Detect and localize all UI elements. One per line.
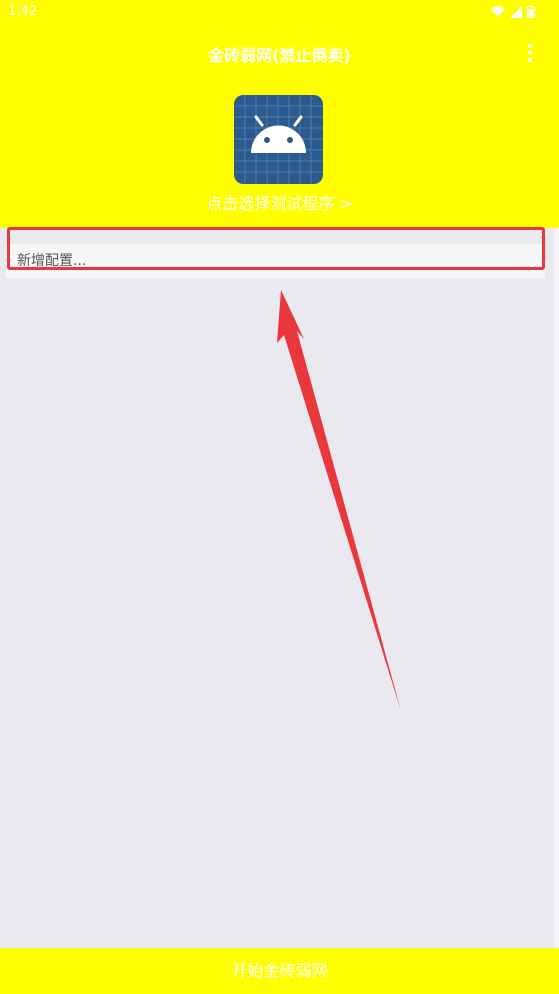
wifi-icon — [491, 6, 505, 17]
signal-icon — [510, 5, 522, 18]
start-weak-network-button[interactable]: 开始金砖弱网 — [0, 948, 559, 994]
more-vert-icon[interactable] — [518, 40, 542, 66]
android-app-icon[interactable] — [234, 95, 323, 184]
app-title: 金砖弱网(禁止倒卖) — [208, 46, 351, 65]
battery-icon — [527, 5, 535, 18]
status-icons — [491, 5, 535, 18]
status-bar: 1:42 — [0, 0, 559, 24]
select-app-link[interactable]: 点击选择测试程序 > — [0, 190, 559, 214]
status-time: 1:42 — [8, 4, 38, 19]
add-config-item[interactable]: 新增配置... — [6, 244, 545, 278]
app-header: 1:42 金砖弱网(禁止倒卖) 点击选择测试程序 > — [0, 0, 559, 228]
config-list: 新增配置... — [0, 228, 559, 948]
scroll-edge — [554, 228, 559, 948]
